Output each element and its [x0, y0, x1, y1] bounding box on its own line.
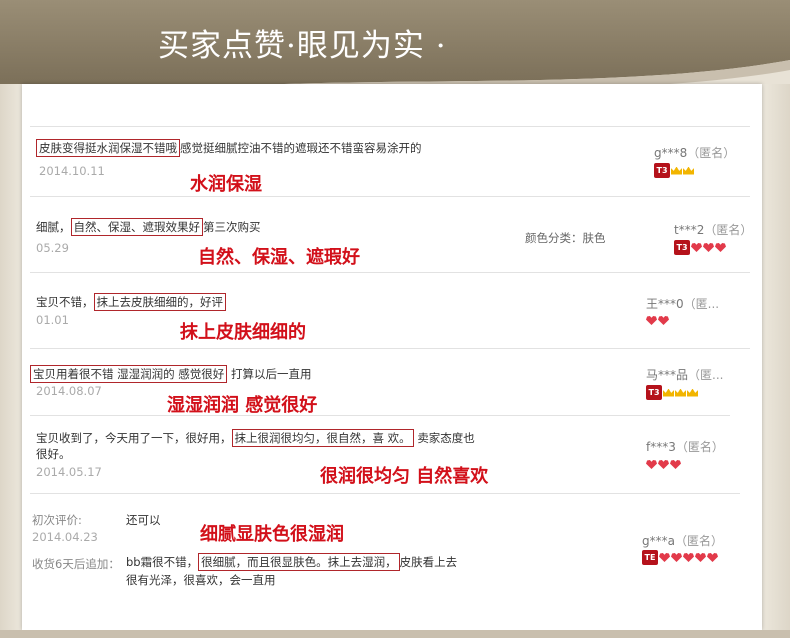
crown-icon [663, 388, 674, 397]
frame-right [762, 84, 790, 638]
heart-icon [670, 460, 681, 469]
review-date: 2014.08.07 [36, 384, 102, 398]
review-text: 宝贝用着很不错 湿湿润润的 感觉很好 打算以后一直用 [30, 365, 312, 383]
heart-icon [671, 553, 682, 562]
tmall-logo-icon: T3 [674, 240, 690, 255]
anonymous-label: （匿... [683, 297, 720, 311]
crown-icon [683, 166, 694, 175]
review-annotation: 抹上皮肤细细的 [180, 322, 306, 343]
heart-icon [703, 243, 714, 252]
reviewer-id: g***a [642, 534, 675, 548]
reviewer-badge [646, 460, 681, 469]
frame-left [0, 84, 22, 638]
reviewer-badge: T3 [674, 240, 726, 255]
reviewer-name[interactable]: 王***0（匿... [646, 295, 719, 312]
heart-icon [658, 460, 669, 469]
bottom-bar [0, 630, 790, 638]
review-highlight: 自然、保湿、遮瑕效果好 [70, 218, 203, 236]
header-title: 买家点赞·眼见为实 · [158, 28, 447, 64]
reviews-panel: 皮肤变得挺水润保湿不错哦 感觉挺细腻控油不错的遮瑕还不错蛮容易涂开的 2014.1… [22, 84, 762, 630]
review-highlight: 抹上很润很均匀，很自然，喜 欢。 [231, 429, 414, 447]
reviewer-name[interactable]: 马***品（匿... [646, 366, 723, 383]
review-text-post: 卖家态度也 [417, 431, 475, 445]
divider [30, 126, 750, 127]
review-text-post: 皮肤看上去 [399, 555, 458, 569]
review-highlight: 皮肤变得挺水润保湿不错哦 [36, 139, 180, 157]
crown-icon [671, 166, 682, 175]
review-date: 2014.04.23 [32, 530, 98, 544]
heart-icon [715, 243, 726, 252]
reviewer-id: t***2 [674, 223, 705, 237]
reviewer-badge [646, 316, 669, 325]
review-text: 宝贝收到了，今天用了一下，很好用， 抹上很润很均匀，很自然，喜 欢。 卖家态度也 [36, 429, 475, 447]
reviewer-id: g***8 [654, 146, 688, 160]
reviewer-id: 王***0 [646, 297, 684, 311]
review-highlight: 抹上去皮肤细细的，好评 [93, 293, 226, 311]
heart-icon [646, 316, 657, 325]
heart-icon [646, 460, 657, 469]
review-text-pre: 细腻， [36, 220, 71, 234]
crown-icon [675, 388, 686, 397]
first-review-label: 初次评价: [32, 513, 82, 527]
review-text-post: 感觉挺细腻控油不错的遮瑕还不错蛮容易涂开的 [180, 141, 422, 155]
heart-icon [658, 316, 669, 325]
color-category: 颜色分类：肤色 [525, 231, 606, 245]
review-text: 宝贝不错， 抹上去皮肤细细的，好评 [36, 293, 226, 311]
reviewer-name[interactable]: t***2（匿名） [674, 221, 752, 238]
review-text-pre: 宝贝不错， [36, 295, 94, 309]
review-text-line2: 很有光泽，很喜欢，会一直用 [126, 573, 276, 587]
reviewer-badge: TE [642, 550, 718, 565]
heart-icon [683, 553, 694, 562]
followup-label: 收货6天后追加： [32, 557, 120, 571]
reviewer-name[interactable]: g***8（匿名） [654, 144, 735, 161]
review-date: 05.29 [36, 241, 69, 255]
review-text: bb霜很不错， 很细腻，而且很显肤色。抹上去湿润， 皮肤看上去 [126, 553, 458, 571]
review-text-line2: 很好。 [36, 447, 71, 461]
divider [30, 348, 750, 349]
anonymous-label: （匿名） [704, 223, 753, 237]
divider [30, 196, 750, 197]
divider [30, 272, 750, 273]
divider [30, 493, 740, 494]
heart-icon [695, 553, 706, 562]
review-annotation: 水润保湿 [190, 174, 262, 195]
review-annotation: 细腻显肤色很湿润 [200, 524, 344, 545]
divider [30, 415, 730, 416]
review-date: 2014.10.11 [39, 164, 105, 178]
heart-icon [659, 553, 670, 562]
review-annotation: 湿湿润润 感觉很好 [167, 395, 318, 416]
reviewer-badge: T3 [654, 163, 694, 178]
crown-icon [687, 388, 698, 397]
anonymous-label: （匿名） [687, 146, 736, 160]
review-annotation: 很润很均匀 自然喜欢 [320, 466, 489, 487]
review-highlight: 宝贝用着很不错 湿湿润润的 感觉很好 [30, 365, 228, 383]
review-date: 2014.05.17 [36, 465, 102, 479]
reviewer-id: 马***品 [646, 368, 689, 382]
tmall-logo-icon: T3 [654, 163, 670, 178]
review-text: 细腻， 自然、保湿、遮瑕效果好 第三次购买 [36, 218, 261, 236]
reviewer-name[interactable]: f***3（匿名） [646, 438, 724, 455]
review-text-post: 打算以后一直用 [230, 367, 312, 381]
anonymous-label: （匿名） [675, 440, 724, 454]
review-text-pre: bb霜很不错， [126, 555, 199, 569]
reviewer-id: f***3 [646, 440, 676, 454]
review-text: 皮肤变得挺水润保湿不错哦 感觉挺细腻控油不错的遮瑕还不错蛮容易涂开的 [36, 139, 422, 157]
tmall-logo-icon: TE [642, 550, 658, 565]
reviewer-name[interactable]: g***a（匿名） [642, 532, 723, 549]
review-text-pre: 宝贝收到了，今天用了一下，很好用， [36, 431, 232, 445]
review-highlight: 很细腻，而且很显肤色。抹上去湿润， [198, 553, 400, 571]
review-annotation: 自然、保湿、遮瑕好 [198, 247, 360, 268]
first-review-text: 还可以 [126, 513, 161, 527]
tmall-logo-icon: T3 [646, 385, 662, 400]
heart-icon [707, 553, 718, 562]
review-date: 01.01 [36, 313, 69, 327]
review-text-post: 第三次购买 [203, 220, 261, 234]
heart-icon [691, 243, 702, 252]
reviewer-badge: T3 [646, 385, 698, 400]
anonymous-label: （匿名） [674, 534, 723, 548]
anonymous-label: （匿... [688, 368, 724, 382]
